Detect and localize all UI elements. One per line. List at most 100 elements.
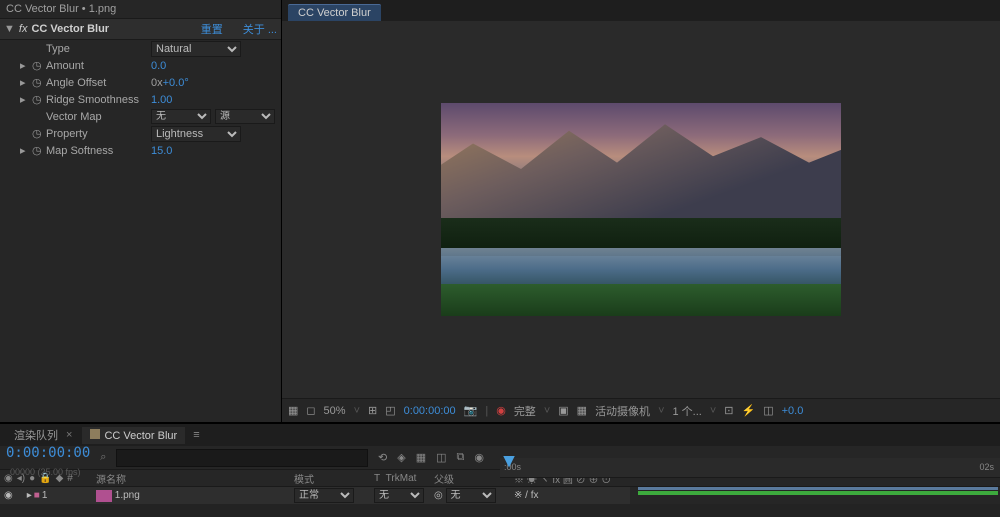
layer-label-icon[interactable]: ■ (34, 490, 40, 501)
views-dropdown[interactable]: 1 个... (673, 403, 702, 419)
effect-properties: Type Natural ▸ ◷ Amount 0.0 ▸ ◷ Angle Of… (0, 40, 281, 159)
softness-value[interactable]: 15.0 (151, 145, 172, 157)
graph-icon[interactable]: ⧉ (457, 451, 465, 464)
vectormap-layer-select[interactable]: 无 (151, 109, 211, 124)
timeline-panel: 渲染队列 × CC Vector Blur ≡ 0:00:00:00 00000… (0, 422, 1000, 517)
video-toggle[interactable]: ◉ (4, 490, 13, 501)
shy-icon[interactable]: ⟲ (378, 451, 387, 464)
stopwatch-icon[interactable]: ◷ (32, 93, 46, 106)
prop-label: Property (46, 128, 151, 140)
expand-icon[interactable]: ▸ (20, 76, 32, 89)
expand-icon[interactable]: ▸ (20, 93, 32, 106)
t-col: T (374, 473, 380, 484)
color-icon[interactable]: ◉ (496, 404, 506, 417)
ridge-value[interactable]: 1.00 (151, 94, 172, 106)
zoom-dropdown[interactable]: 50% (324, 405, 346, 417)
preview-image (441, 103, 841, 316)
tab-render-queue[interactable]: 渲染队列 (6, 425, 66, 445)
layer-row[interactable]: ◉ ▸ ■ 1 1.png 正常 无 ◎ 无 ※ / fx (0, 487, 1000, 504)
pickwhip-icon[interactable]: ◎ (434, 490, 443, 501)
prop-type: Type Natural (0, 40, 281, 57)
tick-end: 02s (979, 462, 994, 472)
fx-icon[interactable]: fx (19, 23, 28, 35)
stopwatch-icon[interactable]: ◷ (32, 59, 46, 72)
stopwatch-icon[interactable]: ◷ (32, 76, 46, 89)
layer-name[interactable]: 1.png (115, 490, 140, 501)
composition-viewer[interactable] (282, 21, 1000, 398)
region-icon[interactable]: ▣ (558, 404, 568, 417)
camera-dropdown[interactable]: 活动摄像机 (595, 403, 650, 419)
prop-label: Type (46, 43, 151, 55)
viewer-panel: CC Vector Blur ▦ ◻ 50% ˅ ⊞ ◰ 0:00:00:00 … (282, 0, 1000, 422)
layer-thumbnail (96, 490, 112, 502)
pixel-aspect-icon[interactable]: ⊡ (724, 404, 733, 417)
brain-icon[interactable]: ◉ (474, 451, 484, 464)
exposure-value[interactable]: +0.0 (782, 405, 804, 417)
trkmat-select[interactable]: 无 (374, 488, 424, 503)
parent-col[interactable]: 父级 (430, 470, 510, 486)
reset-link[interactable]: 重置 (201, 21, 223, 37)
type-select[interactable]: Natural (151, 41, 241, 57)
effect-expand-icon[interactable]: ▼ (4, 23, 15, 35)
about-link[interactable]: 关于 ... (243, 21, 277, 37)
effects-header: CC Vector Blur • 1.png (0, 0, 281, 19)
viewer-timecode[interactable]: 0:00:00:00 (404, 405, 456, 417)
camera-icon[interactable]: 📷 (464, 404, 478, 417)
viewer-tabs: CC Vector Blur (282, 0, 1000, 21)
tab-composition[interactable]: CC Vector Blur (82, 427, 185, 444)
comp-color-icon (90, 429, 100, 439)
tab-close-icon[interactable]: × (66, 429, 72, 441)
vectormap-src-select[interactable]: 源 (215, 109, 275, 124)
source-name-col[interactable]: 源名称 (92, 470, 290, 486)
timeline-tabs: 渲染队列 × CC Vector Blur ≡ (0, 424, 1000, 446)
motion-blur-icon[interactable]: ◫ (436, 451, 446, 464)
search-input[interactable] (116, 449, 368, 467)
work-area-bar[interactable] (638, 487, 998, 490)
channel-icon[interactable]: ◻ (306, 404, 315, 417)
expand-icon[interactable]: ▸ (20, 144, 32, 157)
layer-number: 1 (42, 490, 48, 501)
prop-label: Map Softness (46, 145, 151, 157)
effect-title-row: ▼ fx CC Vector Blur 重置 关于 ... (0, 19, 281, 40)
layer-bar-area[interactable] (630, 487, 1000, 504)
resolution-dropdown[interactable]: 完整 (514, 403, 536, 419)
prop-amount: ▸ ◷ Amount 0.0 (0, 57, 281, 74)
fast-preview-icon[interactable]: ⚡ (742, 404, 756, 417)
snapshot-icon[interactable]: ▦ (288, 404, 298, 417)
amount-value[interactable]: 0.0 (151, 60, 166, 72)
expand-icon[interactable]: ▸ (20, 59, 32, 72)
expand-layer-icon[interactable]: ▸ (27, 490, 32, 501)
prop-label: Angle Offset (46, 77, 151, 89)
viewer-tab[interactable]: CC Vector Blur (288, 4, 381, 21)
parent-select[interactable]: 无 (446, 488, 496, 503)
angle-prefix[interactable]: 0x (151, 77, 163, 89)
prop-property: ◷ Property Lightness (0, 125, 281, 142)
draft3d-icon[interactable]: ◈ (397, 451, 405, 464)
mode-col[interactable]: 模式 (290, 470, 370, 486)
effects-panel: CC Vector Blur • 1.png ▼ fx CC Vector Bl… (0, 0, 282, 422)
timeline-icon[interactable]: ◫ (763, 404, 773, 417)
current-timecode[interactable]: 0:00:00:00 (6, 445, 90, 461)
prop-map-softness: ▸ ◷ Map Softness 15.0 (0, 142, 281, 159)
layer-duration-bar[interactable] (638, 491, 998, 495)
tick-start: :00s (504, 462, 521, 472)
prop-label: Ridge Smoothness (46, 94, 151, 106)
trkmat-col[interactable]: TrkMat (386, 473, 417, 484)
panel-menu-icon[interactable]: ≡ (193, 429, 199, 441)
prop-angle-offset: ▸ ◷ Angle Offset 0x+0.0° (0, 74, 281, 91)
transparency-icon[interactable]: ▦ (577, 404, 587, 417)
mask-icon[interactable]: ◰ (385, 404, 395, 417)
property-select[interactable]: Lightness (151, 126, 241, 142)
effect-name[interactable]: CC Vector Blur (31, 23, 200, 35)
prop-label: Amount (46, 60, 151, 72)
prop-vector-map: Vector Map 无 源 (0, 108, 281, 125)
grid-icon[interactable]: ⊞ (368, 404, 377, 417)
layer-switches[interactable]: ※ / fx (510, 487, 630, 504)
blend-mode-select[interactable]: 正常 (294, 488, 354, 503)
prop-ridge-smoothness: ▸ ◷ Ridge Smoothness 1.00 (0, 91, 281, 108)
frame-blend-icon[interactable]: ▦ (416, 451, 426, 464)
fps-display: 00000 (25.00 fps) (10, 467, 90, 477)
stopwatch-icon[interactable]: ◷ (32, 144, 46, 157)
stopwatch-icon[interactable]: ◷ (32, 127, 46, 140)
angle-value[interactable]: +0.0° (163, 77, 189, 89)
